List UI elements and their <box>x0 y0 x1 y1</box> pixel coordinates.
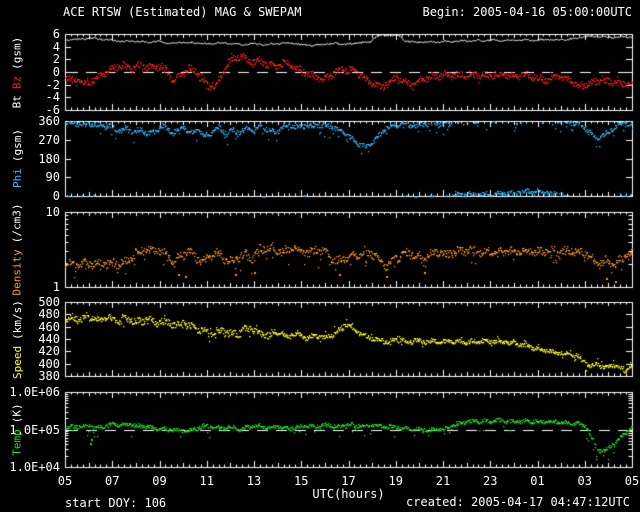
axis-label-part: (gsm) <box>10 129 24 163</box>
axis-label-part: Temp <box>10 429 24 456</box>
x-tick-label: 01 <box>530 474 545 488</box>
ace-rtsw-plot-screen: ACE RTSW (Estimated) MAG & SWEPAM Begin:… <box>0 0 640 512</box>
x-tick-label: 03 <box>577 474 592 488</box>
x-tick-label: 05 <box>57 474 73 488</box>
axis-label-part: (km/s) <box>10 299 24 340</box>
axis-label-part: Bt <box>10 94 24 108</box>
footer-created-timestamp: created: 2005-04-17 04:47:12UTC <box>406 495 630 509</box>
axis-label-temp: Temp (K) <box>2 392 32 467</box>
footer-start-doy: start DOY: 106 <box>65 496 167 510</box>
axis-label-phi: Phi (gsm) <box>2 121 32 196</box>
x-tick-label: 07 <box>105 474 120 488</box>
x-tick-label: 17 <box>341 474 356 488</box>
axis-label-part: Speed <box>10 345 24 379</box>
x-tick-label: 21 <box>435 474 451 488</box>
begin-timestamp: Begin: 2005-04-16 05:00:00UTC <box>422 5 632 19</box>
axis-label-speed: Speed (km/s) <box>2 299 32 379</box>
page-title: ACE RTSW (Estimated) MAG & SWEPAM <box>63 5 302 19</box>
axis-label-part: Density <box>10 249 24 296</box>
x-axis-title: UTC(hours) <box>312 487 385 501</box>
x-tick-label: 11 <box>199 474 214 488</box>
x-tick-label: 19 <box>388 474 403 488</box>
axis-label-part: (K) <box>10 403 24 424</box>
x-tick-label: 13 <box>246 474 262 488</box>
axis-label-part: Bz <box>10 75 24 89</box>
x-tick-label: 15 <box>294 474 309 488</box>
x-tick-label: 23 <box>483 474 498 488</box>
x-tick-label: 09 <box>152 474 167 488</box>
axis-label-density: Density (/cm3) <box>2 203 32 295</box>
axis-label-part: (/cm3) <box>10 203 24 244</box>
axis-label-part: (gsm) <box>10 36 24 70</box>
axis-label-bt_bz: Bt Bz (gsm) <box>2 34 32 110</box>
plot-canvas <box>0 0 640 512</box>
axis-label-part: Phi <box>10 168 24 188</box>
x-tick-label: 05 <box>624 474 640 488</box>
